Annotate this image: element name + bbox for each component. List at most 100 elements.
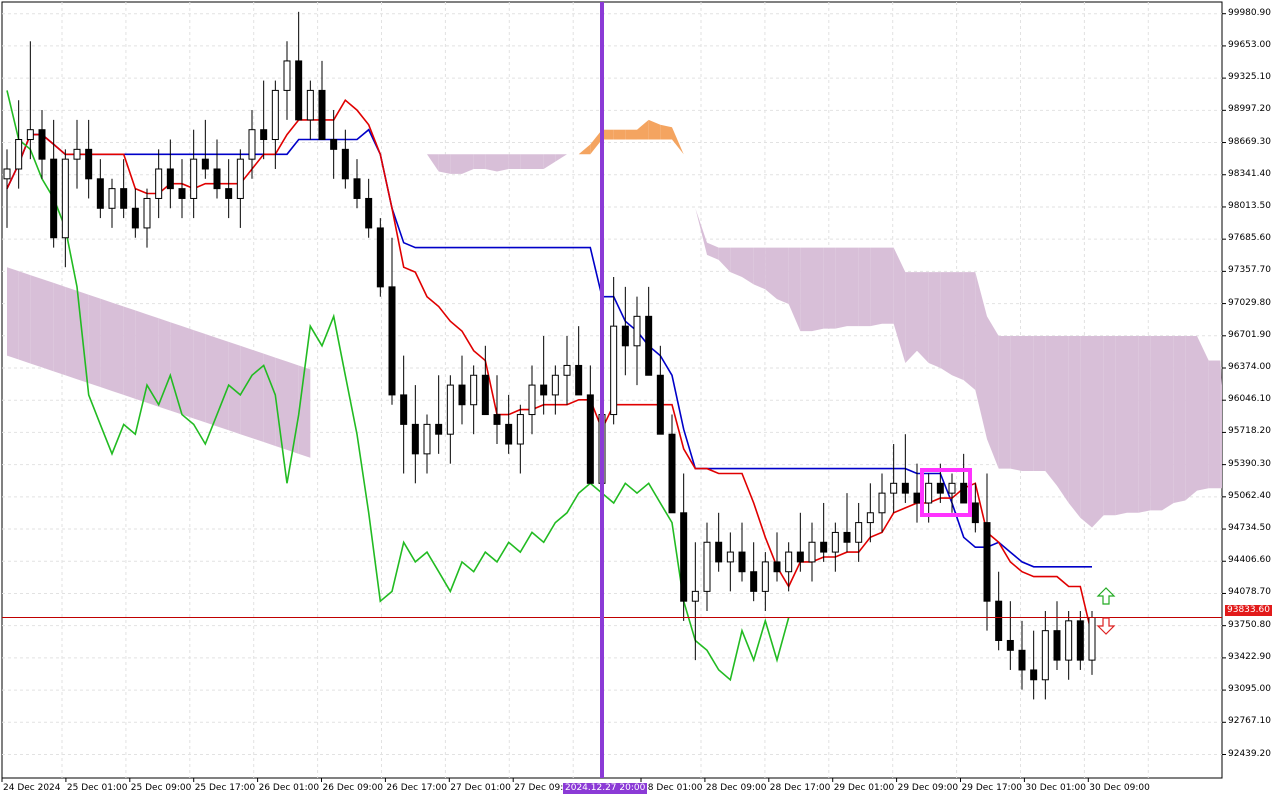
candle-body [1076,620,1084,661]
candle-body [913,492,921,504]
kumo-segment [1022,335,1034,472]
current-price-badge: 93833.60 [1225,605,1272,616]
candle-body [866,512,874,524]
candle-body [96,178,104,209]
kumo-segment [963,272,976,390]
x-tick-label: 25 Dec 17:00 [194,783,256,793]
candle-body [400,394,408,425]
candle-body [318,89,326,141]
kumo-segment [228,341,241,435]
candle-body [878,492,886,514]
candle-body [26,129,34,141]
kumo-segment [777,247,789,305]
candle-body [50,158,58,239]
kumo-segment [788,247,801,332]
candle-body [248,129,256,160]
kumo-segment [998,335,1011,469]
kumo-segment [1208,360,1221,489]
y-tick-label: 98013.50 [1228,200,1271,211]
kumo-segment [135,310,147,403]
candle-body [843,531,851,543]
candle-body [260,129,268,141]
candle-body [330,139,338,150]
kumo-segment [18,271,31,364]
candle-body [726,551,734,563]
candle-body [855,522,863,543]
y-tick-label: 93095.00 [1228,684,1271,695]
vertical-marker-label: 2024.12.27 20:00 [563,783,648,794]
kumo-segment [53,282,66,376]
candle-body [3,168,11,180]
candle-body [15,139,23,170]
y-tick-label: 96374.00 [1228,361,1271,372]
x-tick-label: 30 Dec 01:00 [1025,783,1086,793]
candle-body [85,148,93,180]
kumo-segment [462,154,474,174]
y-tick-label: 94734.50 [1228,523,1271,534]
candle-body [493,414,501,425]
y-tick-label: 93750.80 [1228,619,1271,630]
kumo-segment [112,302,124,395]
kumo-segment [800,247,812,332]
kumo-segment [555,154,567,162]
kumo-segment [1057,335,1069,503]
kumo-segment [287,361,299,454]
candle-body [295,60,303,121]
kumo-segment [1150,335,1162,511]
candle-body [108,188,116,209]
kumo-segment [835,247,847,329]
candle-body [738,551,746,573]
candle-body [1006,639,1014,651]
kumo-segment [847,247,859,327]
kumo-segment [742,247,754,285]
candle-body [703,541,711,592]
kumo-segment [147,314,159,407]
kumo-segment [823,247,836,329]
kumo-segment [427,154,439,172]
candle-body [1041,630,1049,681]
kumo-segment [625,129,637,140]
kumo-segment [952,272,964,381]
y-tick-label: 98341.40 [1228,168,1271,179]
candle-body [796,551,804,563]
kumo-segment [648,119,661,140]
candle-body [831,531,839,553]
kumo-segment [473,154,486,169]
candle-body [143,197,151,229]
y-tick-label: 95390.30 [1228,458,1271,469]
x-tick-label: 27 Dec 01:00 [450,783,511,793]
candle-body [995,600,1003,641]
y-tick-label: 95062.40 [1228,490,1271,501]
y-tick-label: 99653.00 [1228,39,1271,50]
candle-body [948,482,956,494]
kumo-segment [438,154,451,174]
candle-body [808,541,816,563]
kumo-segment [613,129,626,140]
kumo-segment [508,154,521,169]
y-tick-label: 98669.30 [1228,136,1271,147]
x-tick-label: 24 Dec 2024 [3,783,61,793]
kumo-segment [905,272,917,363]
kumo-segment [42,279,54,372]
x-tick-label: 29 Dec 17:00 [961,783,1023,793]
kumo-segment [252,349,264,443]
candle-body [890,482,898,494]
kumo-segment [497,154,509,172]
kumo-segment [672,127,684,155]
kumo-segment [182,326,194,419]
kumo-segment [65,286,77,380]
kumo-segment [940,272,952,376]
candle-body [691,590,699,602]
candle-body [540,384,548,396]
y-tick-label: 99325.10 [1228,72,1271,83]
kumo-segment [1080,335,1092,528]
candle-body [971,502,979,524]
y-tick-label: 98997.20 [1228,104,1271,115]
kumo-segment [917,272,929,363]
kumo-segment [485,154,497,172]
kumo-segment [975,272,987,440]
kumo-segment [30,275,42,368]
x-tick-label: 26 Dec 01:00 [258,783,320,793]
kumo-segment [893,247,906,363]
candle-body [306,89,314,121]
